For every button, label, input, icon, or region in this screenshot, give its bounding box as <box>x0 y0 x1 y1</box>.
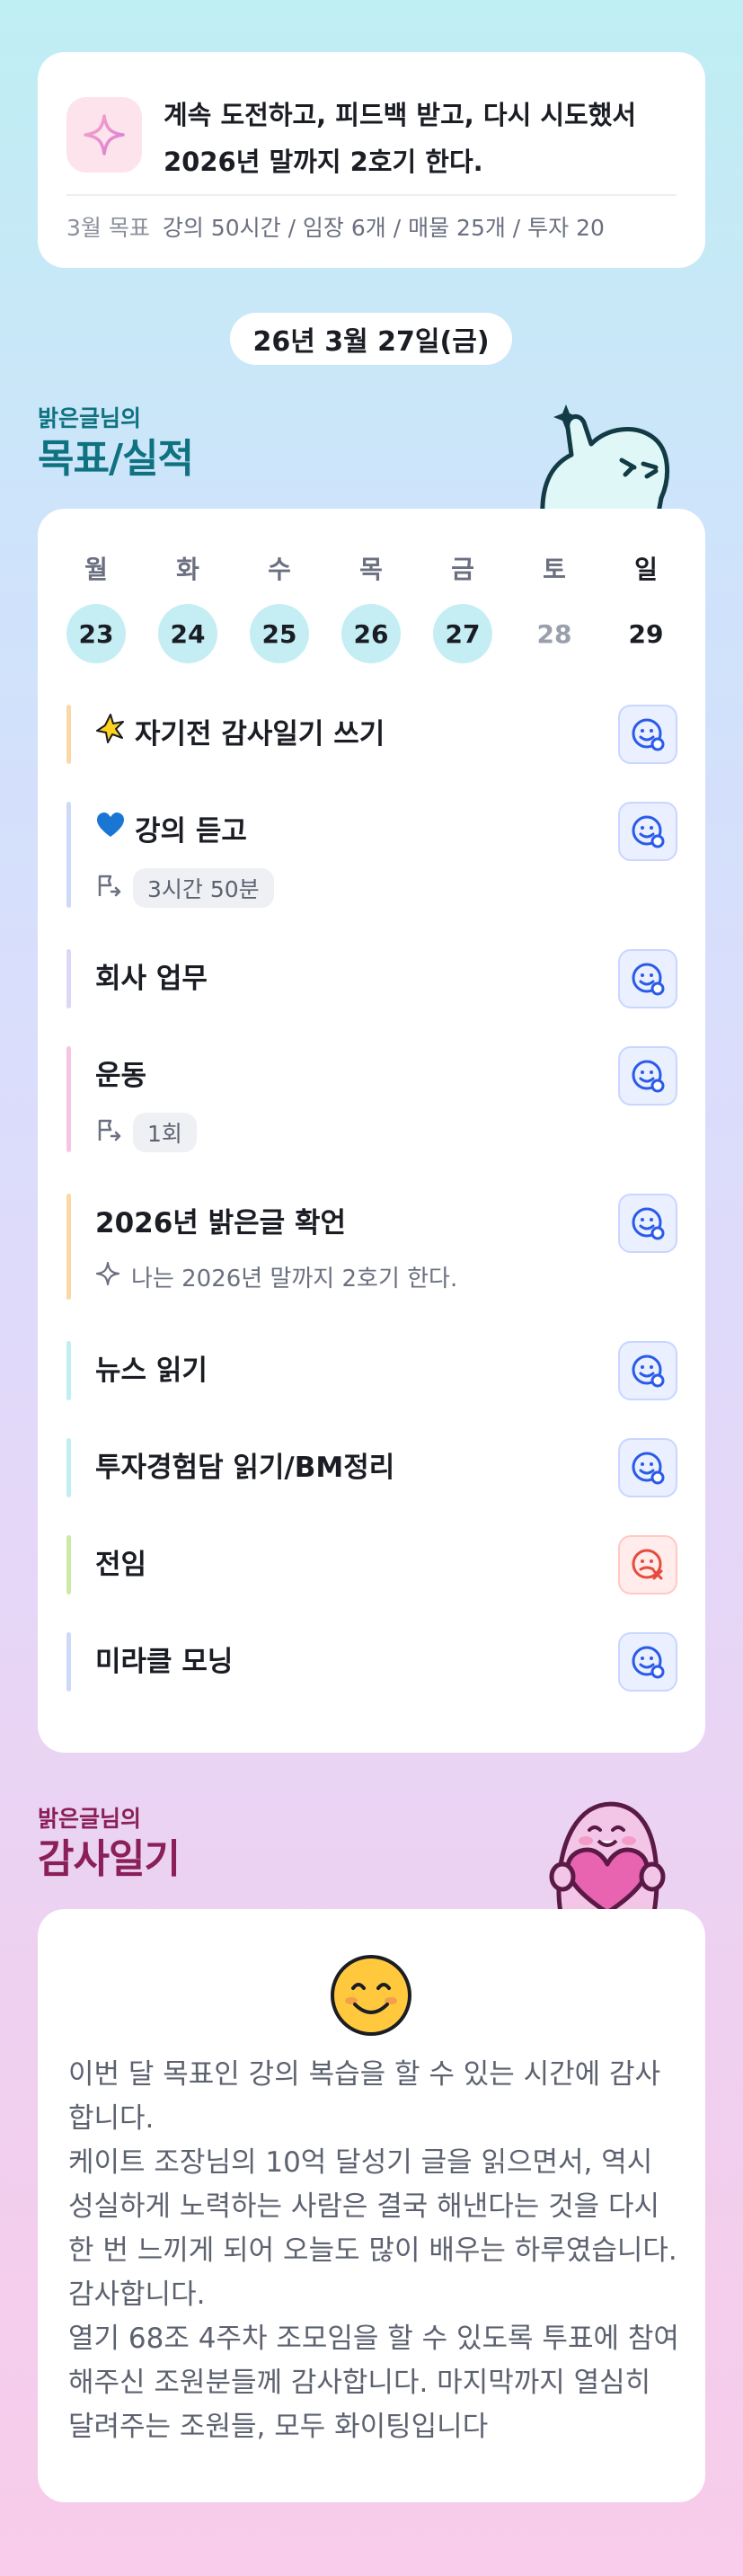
task-color-bar <box>66 949 71 1008</box>
task-title-text: 뉴스 읽기 <box>95 1355 208 1387</box>
smile-status-button[interactable] <box>618 1632 677 1692</box>
sparkle-outline-icon <box>95 1261 120 1292</box>
task-progress: 1회 <box>95 1113 197 1152</box>
smile-status-button[interactable] <box>618 705 677 764</box>
sad-x-icon <box>632 1549 663 1580</box>
progress-chip: 3시간 50분 <box>133 868 274 908</box>
smile-icon <box>632 963 665 996</box>
task-item[interactable]: 2026년 밝은글 확언 나는 2026년 말까지 2호기 한다. <box>66 1194 677 1300</box>
task-title: 뉴스 읽기 <box>95 1348 208 1393</box>
task-color-bar <box>66 1438 71 1497</box>
task-item[interactable]: 미라클 모닝 <box>66 1632 677 1692</box>
blue-heart-emoji-icon <box>95 809 126 854</box>
day-23[interactable]: 23 <box>66 604 126 663</box>
task-title: 2026년 밝은글 확언 <box>95 1201 346 1246</box>
smile-status-button[interactable] <box>618 1341 677 1400</box>
diary-section-title: 감사일기 <box>38 1836 181 1882</box>
smile-icon <box>632 1646 665 1679</box>
task-title-text: 전임 <box>95 1549 147 1581</box>
weekday-label: 목 <box>359 555 383 584</box>
task-color-bar <box>66 705 71 764</box>
weekday-label: 토 <box>543 555 566 584</box>
task-color-bar <box>66 1341 71 1400</box>
smile-icon <box>632 815 665 848</box>
smiling-face-icon <box>330 1954 412 2037</box>
sparkle-icon <box>66 97 142 173</box>
smile-icon <box>632 1207 665 1240</box>
task-item[interactable]: 회사 업무 <box>66 949 677 1008</box>
task-title: 회사 업무 <box>95 956 208 1001</box>
month-goals: 3월 목표 강의 50시간 / 임장 6개 / 매물 25개 / 투자 20 <box>66 212 667 244</box>
day-24[interactable]: 24 <box>158 604 217 663</box>
smile-status-button[interactable] <box>618 802 677 861</box>
goals-card: 월 화 수 목 금 토 일 23 24 25 26 27 28 29 자기전 감… <box>38 509 705 1753</box>
task-title-text: 회사 업무 <box>95 963 208 995</box>
day-29[interactable]: 29 <box>616 604 676 663</box>
day-28[interactable]: 28 <box>525 604 584 663</box>
weekday-label: 일 <box>634 555 658 584</box>
diary-entry-text: 이번 달 목표인 강의 복습을 할 수 있는 시간에 감사합니다. 케이트 조장… <box>68 2058 679 2443</box>
task-title-text: 자기전 감사일기 쓰기 <box>135 718 385 751</box>
smile-icon <box>632 1355 665 1388</box>
weekday-label: 금 <box>451 555 474 584</box>
weekday-label: 화 <box>176 555 199 584</box>
date-label[interactable]: 26년 3월 27일(금) <box>230 313 512 365</box>
task-color-bar <box>66 1535 71 1594</box>
task-color-bar <box>66 802 71 908</box>
flag-route-icon <box>95 1116 122 1150</box>
task-progress: 3시간 50분 <box>95 868 274 908</box>
affirmation-text: 나는 2026년 말까지 2호기 한다. <box>131 1266 458 1292</box>
sparkle-star-emoji-icon <box>95 712 126 757</box>
mascot-waving-illustration <box>535 392 679 520</box>
task-title-text: 2026년 밝은글 확언 <box>95 1207 346 1239</box>
progress-chip: 1회 <box>133 1113 197 1152</box>
weekday-label: 수 <box>268 555 291 584</box>
weekday-label: 월 <box>84 555 108 584</box>
goals-section-title: 목표/실적 <box>38 436 194 482</box>
smile-icon <box>632 1060 665 1093</box>
task-color-bar <box>66 1046 71 1152</box>
task-title: 전임 <box>95 1542 146 1587</box>
day-27-selected[interactable]: 27 <box>433 604 492 663</box>
day-26[interactable]: 26 <box>341 604 401 663</box>
task-title-text: 투자경험담 읽기/BM정리 <box>95 1452 395 1484</box>
task-item[interactable]: 강의 듣고 3시간 50분 <box>66 802 677 908</box>
task-title: 미라클 모닝 <box>95 1639 233 1684</box>
task-item[interactable]: 운동 1회 <box>66 1046 677 1152</box>
task-color-bar <box>66 1632 71 1692</box>
month-goal-label: 3월 목표 <box>66 215 150 241</box>
affirmation-note: 나는 2026년 말까지 2호기 한다. <box>95 1260 457 1293</box>
smile-status-button[interactable] <box>618 1194 677 1253</box>
smile-status-button[interactable] <box>618 1438 677 1497</box>
task-title: 운동 <box>95 1053 146 1098</box>
mascot-heart-illustration <box>535 1794 679 1915</box>
goal-message: 계속 도전하고, 피드백 받고, 다시 시도했서 2026년 말까지 2호기 한… <box>164 100 637 177</box>
divider <box>66 194 677 196</box>
smile-icon <box>632 1452 665 1485</box>
task-title: 투자경험담 읽기/BM정리 <box>95 1445 394 1490</box>
task-title: 자기전 감사일기 쓰기 <box>95 712 385 757</box>
fail-status-button[interactable] <box>618 1535 677 1594</box>
task-item[interactable]: 자기전 감사일기 쓰기 <box>66 705 677 764</box>
task-color-bar <box>66 1194 71 1300</box>
task-title-text: 강의 듣고 <box>135 815 247 848</box>
goal-banner[interactable]: 계속 도전하고, 피드백 받고, 다시 시도했서 2026년 말까지 2호기 한… <box>38 52 705 268</box>
task-title-text: 운동 <box>95 1060 147 1092</box>
day-25[interactable]: 25 <box>250 604 309 663</box>
gratitude-diary-card[interactable]: 이번 달 목표인 강의 복습을 할 수 있는 시간에 감사합니다. 케이트 조장… <box>38 1909 705 2502</box>
flag-route-icon <box>95 872 122 905</box>
task-title-text: 미라클 모닝 <box>95 1646 234 1678</box>
task-item[interactable]: 전임 <box>66 1535 677 1594</box>
smile-status-button[interactable] <box>618 1046 677 1106</box>
smile-icon <box>632 718 665 751</box>
task-item[interactable]: 투자경험담 읽기/BM정리 <box>66 1438 677 1497</box>
smile-status-button[interactable] <box>618 949 677 1008</box>
task-title: 강의 듣고 <box>95 809 247 854</box>
month-goal-values: 강의 50시간 / 임장 6개 / 매물 25개 / 투자 20 <box>162 215 605 241</box>
task-item[interactable]: 뉴스 읽기 <box>66 1341 677 1400</box>
